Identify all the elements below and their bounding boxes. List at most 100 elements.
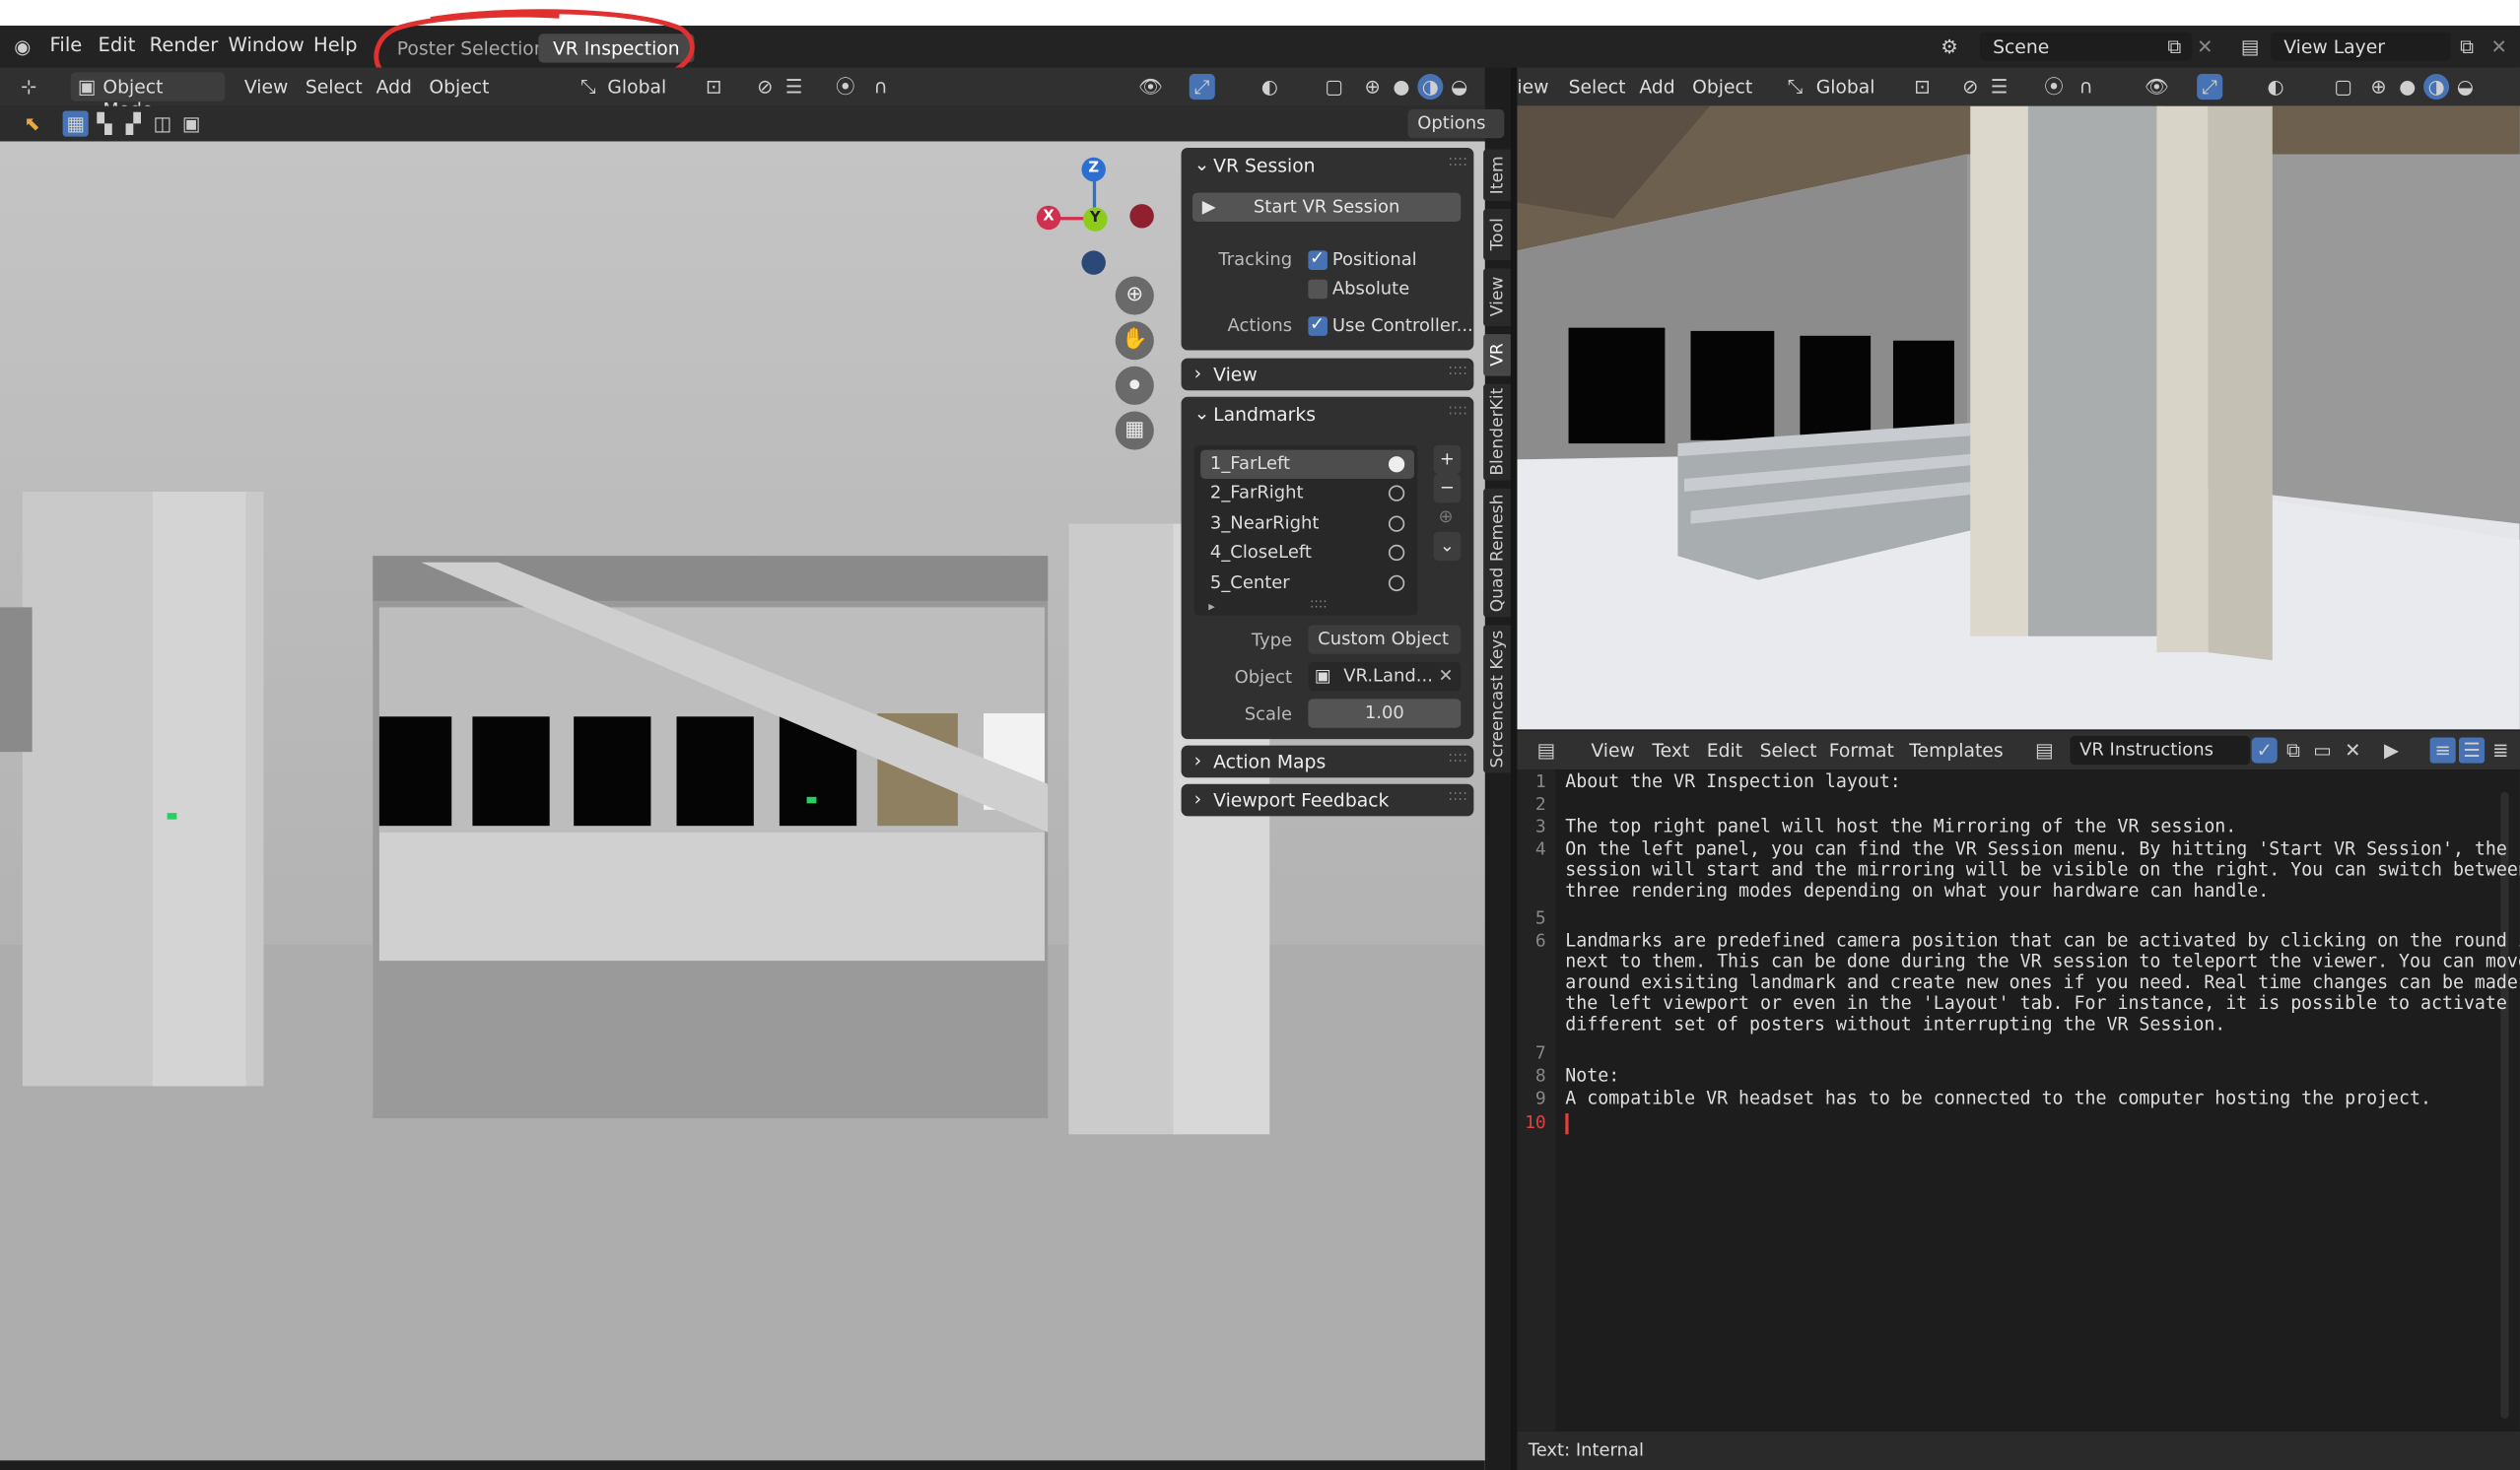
gizmo-toggle-icon[interactable]: ⤢: [2197, 74, 2223, 100]
chevron-down-icon[interactable]: ⌄: [1194, 153, 1210, 188]
wireframe-shading-icon[interactable]: ⊕: [2365, 74, 2391, 100]
overlay-icon[interactable]: ◐: [2263, 74, 2288, 100]
viewport-feedback-panel[interactable]: › Viewport Feedback ::::: [1181, 783, 1474, 817]
landmark-row[interactable]: 3_NearRight: [1200, 509, 1414, 538]
drag-handle-icon[interactable]: ::::: [1448, 403, 1467, 419]
view-panel[interactable]: › View ::::: [1181, 358, 1474, 391]
snap-icon[interactable]: ⊘: [1957, 74, 1983, 100]
ortho-grid-icon[interactable]: ▦: [1115, 411, 1154, 450]
menu-render[interactable]: Render: [150, 33, 219, 56]
menu-select-right[interactable]: Select: [1569, 76, 1626, 99]
resize-list-icon[interactable]: ::::: [1310, 596, 1328, 611]
scene-icon[interactable]: ⚙: [1937, 33, 1962, 59]
landmark-activate-radio[interactable]: [1388, 574, 1405, 591]
overlay-icon[interactable]: ◐: [1257, 74, 1282, 100]
editor-type-icon[interactable]: ▤: [1533, 737, 1559, 763]
snap-increment-icon[interactable]: ☰: [782, 74, 807, 100]
use-controller-checkbox[interactable]: [1308, 313, 1328, 336]
run-script-icon[interactable]: ▶: [2378, 737, 2404, 763]
blender-logo-icon[interactable]: ◉: [10, 33, 35, 59]
falloff-icon[interactable]: ∩: [2074, 74, 2099, 100]
editor-type-icon[interactable]: ⊹: [16, 74, 41, 100]
solid-shading-icon[interactable]: ●: [1389, 74, 1414, 100]
menu-view[interactable]: View: [244, 76, 289, 99]
copy-layer-icon[interactable]: ⧉: [2454, 33, 2480, 59]
material-shading-icon[interactable]: ◑: [1417, 74, 1444, 100]
menu-object-right[interactable]: Object: [1692, 76, 1752, 99]
landmarks-title[interactable]: Landmarks: [1213, 403, 1316, 438]
expand-list-icon[interactable]: ▸: [1208, 599, 1215, 614]
select-subtract-icon[interactable]: ▞: [120, 111, 146, 137]
drag-handle-icon[interactable]: ::::: [1448, 364, 1467, 379]
new-text-icon[interactable]: ⧉: [2281, 737, 2306, 763]
syntax-highlight-icon[interactable]: ≣: [2487, 737, 2513, 763]
view-layer-icon[interactable]: ▤: [2237, 33, 2263, 59]
pivot-icon[interactable]: ⊡: [1909, 74, 1935, 100]
landmark-row[interactable]: 1_FarLeft: [1200, 449, 1415, 479]
visibility-icon[interactable]: 👁: [2144, 74, 2169, 100]
material-shading-icon[interactable]: ◑: [2423, 74, 2450, 100]
landmark-row[interactable]: 2_FarRight: [1200, 480, 1414, 508]
solid-shading-icon[interactable]: ●: [2395, 74, 2420, 100]
landmark-activate-radio[interactable]: [1388, 515, 1405, 532]
drag-handle-icon[interactable]: ::::: [1448, 789, 1467, 805]
rendered-shading-icon[interactable]: ◒: [2452, 74, 2478, 100]
select-extend-icon[interactable]: ▚: [92, 111, 117, 137]
orientation-dropdown[interactable]: Global: [607, 76, 666, 99]
menu-view-right[interactable]: iew: [1517, 76, 1548, 99]
select-new-icon[interactable]: ▦: [62, 110, 89, 137]
snap-icon[interactable]: ⊘: [752, 74, 778, 100]
menu-add-right[interactable]: Add: [1639, 76, 1674, 99]
view-layer-field[interactable]: View Layer: [2271, 32, 2451, 61]
orientation-dropdown-right[interactable]: Global: [1816, 76, 1875, 99]
scale-field[interactable]: 1.00: [1308, 699, 1462, 728]
start-vr-session-button[interactable]: ▶ Start VR Session: [1192, 192, 1462, 223]
landmark-activate-radio[interactable]: [1388, 456, 1405, 473]
gizmo-x[interactable]: X: [1036, 205, 1061, 231]
menu-help[interactable]: Help: [313, 33, 358, 56]
zoom-icon[interactable]: ⊕: [1115, 276, 1154, 315]
right-viewport[interactable]: [1517, 105, 2520, 730]
menu-edit[interactable]: Edit: [98, 33, 135, 56]
landmark-row[interactable]: 4_CloseLeft: [1200, 539, 1414, 568]
te-menu-edit[interactable]: Edit: [1707, 739, 1742, 762]
xray-icon[interactable]: ▢: [2331, 74, 2356, 100]
drag-handle-icon[interactable]: ::::: [1448, 751, 1467, 767]
camera-view-icon[interactable]: ⏺: [1115, 366, 1154, 405]
nav-gizmo[interactable]: Z X Y: [1036, 157, 1160, 275]
proportional-icon[interactable]: ⦿: [833, 74, 858, 100]
te-menu-text[interactable]: Text: [1652, 739, 1689, 762]
gizmo-toggle-icon[interactable]: ⤢: [1189, 74, 1215, 100]
absolute-checkbox[interactable]: [1308, 279, 1328, 300]
gizmo-neg-z[interactable]: [1081, 250, 1106, 275]
menu-object[interactable]: Object: [429, 76, 489, 99]
select-tool-icon[interactable]: ⬉: [20, 111, 45, 137]
landmark-activate-radio[interactable]: [1388, 486, 1405, 502]
side-tab-view[interactable]: View: [1483, 268, 1513, 327]
clear-object-icon[interactable]: ✕: [1438, 665, 1453, 686]
options-dropdown[interactable]: Options: [1407, 108, 1505, 139]
side-tab-quad-remesh[interactable]: Quad Remesh: [1483, 488, 1513, 618]
landmark-row[interactable]: 5_Center: [1200, 568, 1414, 597]
select-intersect-icon[interactable]: ▣: [178, 111, 204, 137]
xray-icon[interactable]: ▢: [1321, 74, 1346, 100]
unlink-text-icon[interactable]: ✕: [2340, 737, 2365, 763]
te-menu-format[interactable]: Format: [1829, 739, 1894, 762]
rendered-shading-icon[interactable]: ◒: [1447, 74, 1472, 100]
te-menu-select[interactable]: Select: [1760, 739, 1817, 762]
menu-select[interactable]: Select: [306, 76, 363, 99]
word-wrap-icon[interactable]: ☰: [2458, 737, 2486, 764]
side-tab-vr[interactable]: VR: [1483, 334, 1513, 376]
te-menu-view[interactable]: View: [1591, 739, 1635, 762]
pan-hand-icon[interactable]: ✋: [1115, 321, 1154, 361]
type-dropdown[interactable]: Custom Object: [1308, 625, 1462, 654]
positional-checkbox[interactable]: [1308, 247, 1328, 270]
menu-add[interactable]: Add: [376, 76, 412, 99]
proportional-icon[interactable]: ⦿: [2041, 74, 2067, 100]
orientation-icon[interactable]: ⤡: [1782, 74, 1807, 100]
menu-file[interactable]: File: [50, 33, 83, 56]
line-numbers-icon[interactable]: ≡: [2429, 737, 2456, 764]
gizmo-z[interactable]: Z: [1081, 157, 1106, 182]
open-text-icon[interactable]: ▭: [2309, 737, 2335, 763]
text-name-field[interactable]: VR Instructions: [2070, 735, 2250, 766]
